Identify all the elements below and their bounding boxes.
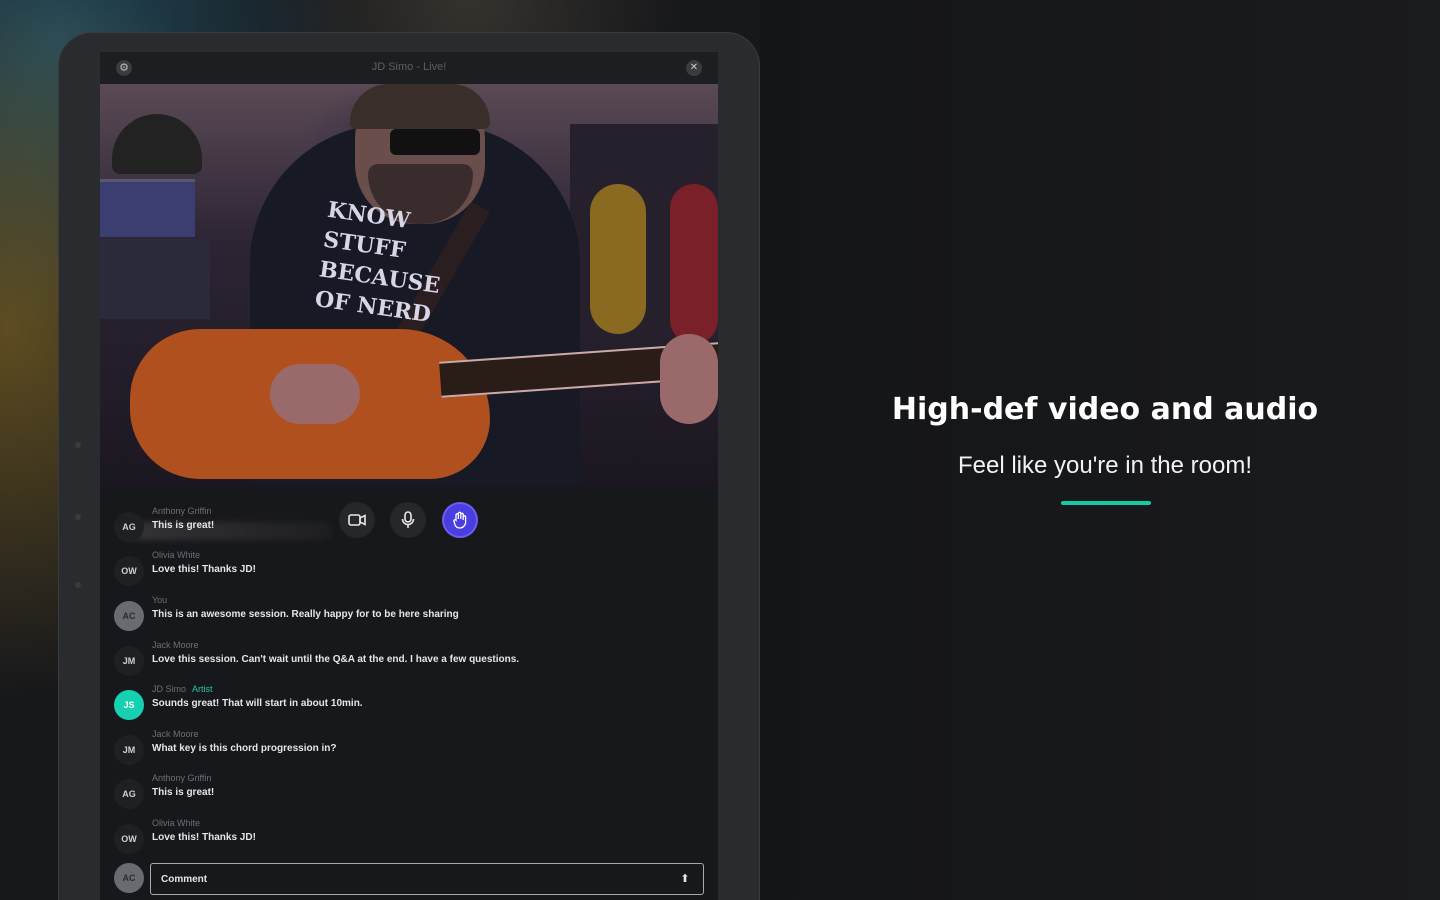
video-hanging-guitar xyxy=(590,184,646,334)
avatar: OW xyxy=(114,556,144,586)
chat-text: Love this! Thanks JD! xyxy=(152,564,256,575)
chat-message: JM Jack Moore Love this session. Can't w… xyxy=(114,640,704,680)
avatar: OW xyxy=(114,824,144,854)
chat-message: AC You This is an awesome session. Reall… xyxy=(114,595,704,635)
video-hat xyxy=(112,114,202,174)
avatar: AG xyxy=(114,512,144,542)
chat-sender: Jack Moore xyxy=(152,729,199,739)
chat-message: JS JD Simo Artist Sounds great! That will… xyxy=(114,684,704,724)
chat-message: AG Anthony Griffin This is great! xyxy=(114,506,704,546)
title-bar: ⚙ JD Simo - Live! ✕ xyxy=(100,52,718,84)
chat-text: What key is this chord progression in? xyxy=(152,743,337,754)
tablet-sensor-dot xyxy=(75,514,81,520)
chat-message: OW Olivia White Love this! Thanks JD! xyxy=(114,818,704,858)
video-hanging-guitar xyxy=(670,184,718,344)
chat-sender: JD Simo Artist xyxy=(152,684,213,694)
video-amplifier xyxy=(100,179,195,237)
avatar: JM xyxy=(114,646,144,676)
chat-message: JM Jack Moore What key is this chord pro… xyxy=(114,729,704,769)
avatar: JS xyxy=(114,690,144,720)
avatar: AC xyxy=(114,601,144,631)
chat-text: Sounds great! That will start in about 1… xyxy=(152,698,363,709)
chat-message: OW Olivia White Love this! Thanks JD! xyxy=(114,550,704,590)
chat-sender: Jack Moore xyxy=(152,640,199,650)
chat-text: This is great! xyxy=(152,520,215,531)
video-strumming-hand xyxy=(270,364,360,424)
video-sunglasses xyxy=(390,129,480,155)
promo-headline: High-def video and audio xyxy=(891,392,1319,427)
tablet-sensor-dot xyxy=(75,442,81,448)
comment-input[interactable] xyxy=(161,871,661,887)
promo-accent-bar xyxy=(1061,501,1151,505)
send-arrow-icon[interactable]: ⬆ xyxy=(677,871,693,887)
avatar: AC xyxy=(114,863,144,893)
chat-sender: You xyxy=(152,595,168,605)
video-amplifier-lower xyxy=(100,239,210,319)
chat-text: This is great! xyxy=(152,787,215,798)
chat-sender: Anthony Griffin xyxy=(152,506,212,516)
chat-text: This is an awesome session. Really happy… xyxy=(152,609,459,620)
video-fretting-hand xyxy=(660,334,718,424)
chat-message: AG Anthony Griffin This is great! xyxy=(114,773,704,813)
chat-sender-name: JD Simo xyxy=(152,684,187,694)
live-video[interactable]: KNOW STUFF BECAUSE OF NERD xyxy=(100,84,718,486)
artist-badge: Artist xyxy=(192,684,213,694)
chat-text: Love this session. Can't wait until the … xyxy=(152,654,520,665)
chat-sender: Olivia White xyxy=(152,550,201,560)
chat-text: Love this! Thanks JD! xyxy=(152,832,256,843)
avatar: AG xyxy=(114,779,144,809)
video-shirt-text: KNOW STUFF BECAUSE OF NERD xyxy=(313,196,442,328)
chat-sender: Anthony Griffin xyxy=(152,773,212,783)
comment-field[interactable]: ⬆ xyxy=(150,863,704,895)
close-icon[interactable]: ✕ xyxy=(686,60,702,76)
tablet-sensor-dot xyxy=(75,582,81,588)
video-performer-hair xyxy=(350,84,490,129)
stream-title: JD Simo - Live! xyxy=(371,61,447,73)
app-screen: ⚙ JD Simo - Live! ✕ KNOW STUFF BECAUSE O… xyxy=(100,52,718,900)
chat-sender: Olivia White xyxy=(152,818,201,828)
avatar: JM xyxy=(114,735,144,765)
background-right xyxy=(760,0,1440,900)
promo-subline: Feel like you're in the room! xyxy=(957,452,1253,479)
